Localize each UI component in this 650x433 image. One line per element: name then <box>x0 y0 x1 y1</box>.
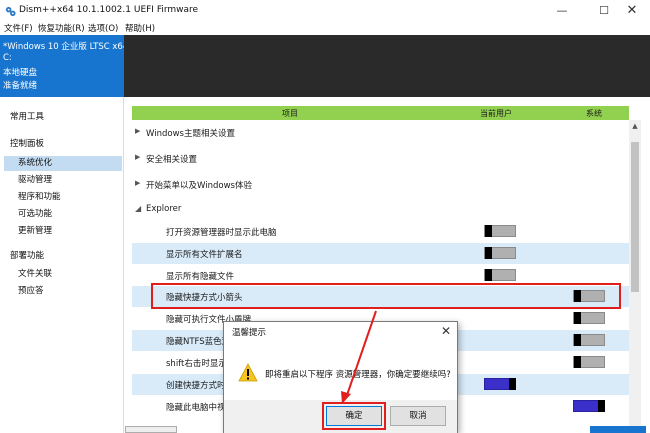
sidebar-item-optional-features[interactable]: 可选功能 <box>4 207 122 222</box>
table-column-header: 项目 当前用户 系统 <box>132 106 629 120</box>
collapse-arrow-icon[interactable]: ◢ <box>135 204 141 213</box>
os-label: *Windows 10 企业版 LTSC x64 <box>3 42 129 52</box>
sidebar-item-pre-answer[interactable]: 预应答 <box>4 284 122 299</box>
column-item[interactable]: 项目 <box>282 108 298 119</box>
dialog-message: 即将重启以下程序 资源管理器，你确定要继续吗? <box>265 370 451 380</box>
app-gear-icon <box>5 6 16 17</box>
annotation-ok-highlight <box>322 402 386 430</box>
status-label: 准备就绪 <box>3 81 38 91</box>
sidebar-item-system-optimize[interactable]: 系统优化 <box>4 156 122 171</box>
category-row-start-menu[interactable]: ▶ 开始菜单以及Windows体验 <box>132 174 629 195</box>
menu-help[interactable]: 帮助(H) <box>125 22 155 34</box>
menu-recovery[interactable]: 恢复功能(R) <box>38 22 85 34</box>
bottom-right-button[interactable] <box>590 426 646 433</box>
drive-label: C: <box>3 53 12 63</box>
category-label: 安全相关设置 <box>146 155 198 165</box>
category-row-theme[interactable]: ▶ Windows主题相关设置 <box>132 122 629 143</box>
sidebar-item-update-management[interactable]: 更新管理 <box>4 224 122 239</box>
expand-arrow-icon[interactable]: ▶ <box>135 153 140 161</box>
table-row: 打开资源管理器时显示此电脑 <box>132 221 629 242</box>
sidebar-group-control-panel[interactable]: 控制面板 <box>10 137 44 149</box>
current-user-toggle[interactable] <box>484 269 516 281</box>
minimize-button[interactable]: — <box>548 2 576 20</box>
bottom-left-button[interactable] <box>125 426 177 433</box>
dialog-title: 温馨提示 <box>232 328 267 338</box>
menu-file[interactable]: 文件(F) <box>4 22 33 34</box>
header-background <box>124 35 650 97</box>
table-row: 显示所有文件扩展名 <box>132 243 629 264</box>
system-toggle[interactable] <box>573 334 605 346</box>
current-user-toggle[interactable] <box>484 378 516 390</box>
system-toggle[interactable] <box>573 312 605 324</box>
category-label: 开始菜单以及Windows体验 <box>146 181 252 191</box>
row-label: 创建快捷方式时 <box>166 381 226 391</box>
sidebar-group-deployment[interactable]: 部署功能 <box>10 249 44 261</box>
current-user-toggle[interactable] <box>484 247 516 259</box>
scroll-up-icon[interactable]: ▲ <box>629 120 641 132</box>
annotation-highlight-box <box>151 283 621 309</box>
menu-bar: 文件(F) 恢复功能(R) 选项(O) 帮助(H) <box>0 21 650 35</box>
warning-icon <box>238 363 258 382</box>
row-label: shift右击时显示 <box>166 359 227 369</box>
expand-arrow-icon[interactable]: ▶ <box>135 179 140 187</box>
disk-label: 本地硬盘 <box>3 68 38 78</box>
dialog-close-icon[interactable]: ✕ <box>441 324 451 338</box>
close-button[interactable]: ✕ <box>618 2 646 20</box>
category-row-explorer[interactable]: ◢ Explorer <box>132 199 629 220</box>
category-label: Windows主题相关设置 <box>146 129 235 139</box>
row-label: 显示所有隐藏文件 <box>166 272 235 282</box>
row-label: 显示所有文件扩展名 <box>166 250 243 260</box>
sidebar-item-driver-management[interactable]: 驱动管理 <box>4 173 122 188</box>
scrollbar-thumb[interactable] <box>631 142 639 292</box>
row-label: 隐藏此电脑中视 <box>166 403 226 413</box>
column-current-user[interactable]: 当前用户 <box>480 108 512 119</box>
current-user-toggle[interactable] <box>484 225 516 237</box>
sidebar: 常用工具 控制面板 系统优化 驱动管理 程序和功能 可选功能 更新管理 部署功能… <box>0 97 124 433</box>
category-row-security[interactable]: ▶ 安全相关设置 <box>132 148 629 169</box>
category-label: Explorer <box>146 204 182 214</box>
sidebar-item-file-association[interactable]: 文件关联 <box>4 267 122 282</box>
column-system[interactable]: 系统 <box>586 108 602 119</box>
row-label: 打开资源管理器时显示此电脑 <box>166 228 277 238</box>
system-toggle[interactable] <box>573 400 605 412</box>
window-title: Dism++x64 10.1.1002.1 UEFI Firmware <box>19 5 199 15</box>
cancel-button[interactable]: 取消 <box>390 406 446 426</box>
system-toggle[interactable] <box>573 356 605 368</box>
sidebar-group-common-tools[interactable]: 常用工具 <box>10 110 44 122</box>
maximize-button[interactable]: ☐ <box>590 2 618 20</box>
expand-arrow-icon[interactable]: ▶ <box>135 127 140 135</box>
system-info-panel[interactable]: *Windows 10 企业版 LTSC x64 C: 本地硬盘 准备就绪 <box>0 35 128 97</box>
menu-options[interactable]: 选项(O) <box>88 22 118 34</box>
sidebar-item-programs-features[interactable]: 程序和功能 <box>4 190 122 205</box>
